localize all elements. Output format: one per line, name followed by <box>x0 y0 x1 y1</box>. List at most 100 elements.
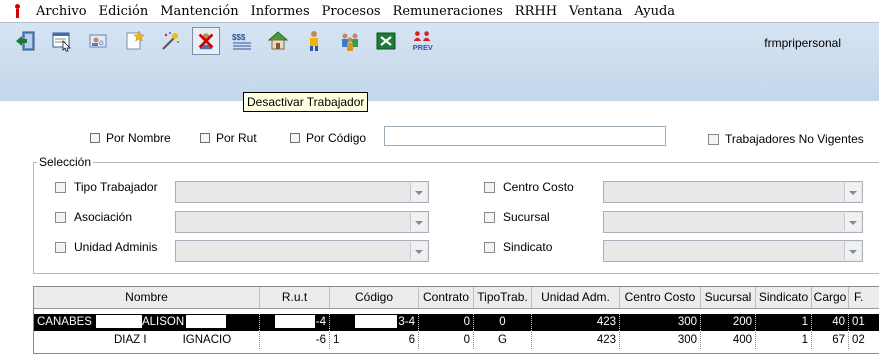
unidad-adminis-label: Unidad Adminis <box>74 240 158 254</box>
chevron-down-icon[interactable] <box>410 183 427 201</box>
col-cargo[interactable]: Cargo <box>812 287 849 308</box>
por-nombre-checkbox[interactable] <box>90 133 100 143</box>
col-centro-costo[interactable]: Centro Costo <box>620 287 701 308</box>
chevron-down-icon[interactable] <box>844 213 861 231</box>
centro-costo-select[interactable] <box>603 181 863 203</box>
window-list-icon[interactable] <box>50 29 74 53</box>
sindicato-checkbox[interactable] <box>484 241 495 253</box>
sucursal-select[interactable] <box>603 211 863 233</box>
cell-nombre-b: IGNACIO <box>182 334 232 346</box>
col-sucursal[interactable]: Sucursal <box>701 287 756 308</box>
search-input[interactable] <box>384 126 666 146</box>
redaction-block <box>274 315 315 329</box>
cell-rut: -4 <box>260 314 330 331</box>
seleccion-title: Selección <box>37 155 94 169</box>
unidad-adminis-select[interactable] <box>175 240 429 262</box>
chevron-down-icon[interactable] <box>410 213 427 231</box>
tipo-trabajador-option[interactable]: Tipo Trabajador <box>55 180 158 194</box>
asociacion-option[interactable]: Asociación <box>55 210 132 224</box>
menu-archivo[interactable]: Archivo <box>30 4 93 19</box>
asociacion-label: Asociación <box>74 210 133 224</box>
new-star-icon[interactable] <box>122 29 146 53</box>
por-codigo-checkbox[interactable] <box>290 133 300 143</box>
col-tipotrab[interactable]: TipoTrab. <box>474 287 532 308</box>
cell-f: 01 <box>849 314 879 331</box>
menu-ayuda[interactable]: Ayuda <box>628 4 681 19</box>
sindicato-option[interactable]: Sindicato <box>484 240 552 254</box>
excel-icon[interactable] <box>374 29 398 53</box>
wizard-icon[interactable] <box>158 29 182 53</box>
cell-rut: -6 <box>260 332 330 349</box>
por-nombre-option[interactable]: Por Nombre <box>90 131 171 145</box>
house-icon[interactable] <box>266 29 290 53</box>
menu-rrhh[interactable]: RRHH <box>509 4 563 19</box>
col-sindicato[interactable]: Sindicato <box>756 287 812 308</box>
sucursal-checkbox[interactable] <box>484 211 495 223</box>
cell-sucursal: 200 <box>701 314 756 331</box>
employee-card-icon[interactable]: G <box>86 29 110 53</box>
sucursal-option[interactable]: Sucursal <box>484 210 550 224</box>
tipo-trabajador-select[interactable] <box>175 181 429 203</box>
menu-edicion[interactable]: Edición <box>93 4 155 19</box>
asociacion-checkbox[interactable] <box>55 211 66 223</box>
cell-sucursal: 400 <box>701 332 756 349</box>
chevron-down-icon[interactable] <box>844 242 861 260</box>
menu-ventana[interactable]: Ventana <box>563 4 628 19</box>
exit-door-icon[interactable] <box>14 29 38 53</box>
workers-grid[interactable]: Nombre R.u.t Código Contrato TipoTrab. U… <box>33 286 879 354</box>
col-unidad-adm[interactable]: Unidad Adm. <box>532 287 620 308</box>
menu-bar: Archivo Edición Mantención Informes Proc… <box>0 0 879 23</box>
col-nombre[interactable]: Nombre <box>34 287 260 308</box>
menu-informes[interactable]: Informes <box>245 4 316 19</box>
col-codigo[interactable]: Código <box>330 287 419 308</box>
menu-procesos[interactable]: Procesos <box>316 4 387 19</box>
cell-codigo: 16 <box>330 332 419 349</box>
table-row[interactable]: DIAZ I IGNACIO -6 16 0 G 423 300 400 1 67… <box>34 332 879 349</box>
person-icon[interactable] <box>302 29 326 53</box>
cell-nombre-a: DIAZ I <box>114 334 147 346</box>
cell-centro-costo: 300 <box>620 332 701 349</box>
redaction-block <box>95 315 142 329</box>
cell-codigo: 3-4 <box>330 314 419 331</box>
cell-centro-costo: 300 <box>620 314 701 331</box>
redaction-block <box>186 315 227 329</box>
col-f[interactable]: F. <box>849 287 879 308</box>
cell-sindicato: 1 <box>756 314 812 331</box>
sucursal-label: Sucursal <box>503 210 550 224</box>
chevron-down-icon[interactable] <box>844 183 861 201</box>
tooltip: Desactivar Trabajador <box>243 92 369 112</box>
group-people-icon[interactable] <box>338 29 362 53</box>
tipo-trabajador-checkbox[interactable] <box>55 181 66 193</box>
menu-remuneraciones[interactable]: Remuneraciones <box>387 4 509 19</box>
por-rut-option[interactable]: Por Rut <box>200 131 257 145</box>
menu-mantencion[interactable]: Mantención <box>154 4 244 19</box>
por-codigo-option[interactable]: Por Código <box>290 131 366 145</box>
cell-codigo-a: 1 <box>333 334 340 346</box>
por-nombre-label: Por Nombre <box>106 131 171 145</box>
table-row[interactable]: CANABES ALISON -4 3-4 0 0 423 300 200 1 4… <box>34 314 879 331</box>
toolbar: G $$$ PREV <box>14 27 446 55</box>
sindicato-label: Sindicato <box>503 240 553 254</box>
prev-label: PREV <box>413 43 433 52</box>
chevron-down-icon[interactable] <box>410 242 427 260</box>
unidad-adminis-checkbox[interactable] <box>55 241 66 253</box>
col-contrato[interactable]: Contrato <box>419 287 474 308</box>
centro-costo-checkbox[interactable] <box>484 181 495 193</box>
cell-cargo: 40 <box>812 314 849 331</box>
por-rut-checkbox[interactable] <box>200 133 210 143</box>
asociacion-select[interactable] <box>175 211 429 233</box>
deactivate-worker-icon[interactable] <box>192 27 220 55</box>
unidad-adminis-option[interactable]: Unidad Adminis <box>55 240 157 254</box>
no-vigentes-checkbox[interactable] <box>708 133 719 145</box>
salary-money-icon[interactable]: $$$ <box>230 29 254 53</box>
cell-tipotrab: 0 <box>474 314 532 331</box>
centro-costo-option[interactable]: Centro Costo <box>484 180 574 194</box>
col-rut[interactable]: R.u.t <box>260 287 330 308</box>
cell-tipotrab: G <box>474 332 532 349</box>
no-vigentes-option[interactable]: Trabajadores No Vigentes <box>708 132 864 146</box>
sindicato-select[interactable] <box>603 240 863 262</box>
centro-costo-label: Centro Costo <box>503 180 574 194</box>
tipo-trabajador-label: Tipo Trabajador <box>74 180 158 194</box>
previred-icon[interactable]: PREV <box>410 29 434 53</box>
window-title: frmpripersonal <box>764 36 841 50</box>
